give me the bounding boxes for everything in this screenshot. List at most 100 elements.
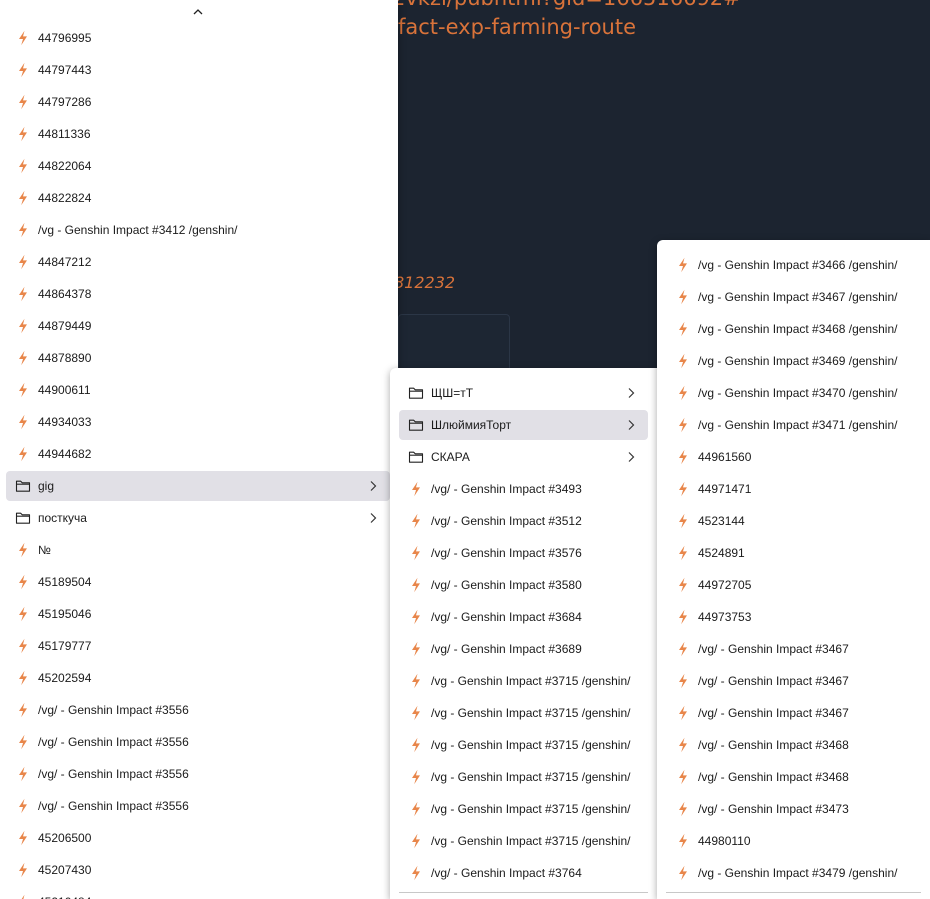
bookmark-item[interactable]: /vg/ - Genshin Impact #3556	[6, 695, 390, 725]
bookmark-item[interactable]: /vg/ - Genshin Impact #3468	[666, 730, 921, 760]
bookmark-item[interactable]: /vg/ - Genshin Impact #3556	[6, 759, 390, 789]
bookmark-item[interactable]: 44961560	[666, 442, 921, 472]
bookmark-item[interactable]: /vg - Genshin Impact #3466 /genshin/	[666, 250, 921, 280]
bookmark-item[interactable]: 44822064	[6, 151, 390, 181]
bolt-icon	[675, 449, 691, 465]
item-label: 44797443	[38, 63, 92, 77]
bolt-icon	[15, 830, 31, 846]
bookmark-item[interactable]: 45207430	[6, 855, 390, 885]
folder-item[interactable]: ЩШ=тТ	[399, 378, 648, 408]
item-label: /vg/ - Genshin Impact #3493	[431, 482, 582, 496]
bookmark-item[interactable]: 4523144	[666, 506, 921, 536]
bookmark-item[interactable]: /vg - Genshin Impact #3471 /genshin/	[666, 410, 921, 440]
bolt-icon	[408, 769, 424, 785]
bookmark-item[interactable]: /vg - Genshin Impact #3715 /genshin/	[399, 794, 648, 824]
item-label: 44796995	[38, 31, 92, 45]
background-url-line-2: fact-exp-farming-route	[398, 15, 637, 39]
bookmark-item[interactable]: 45210484	[6, 887, 390, 899]
bookmark-item[interactable]: /vg/ - Genshin Impact #3764	[399, 858, 648, 888]
bolt-icon	[675, 577, 691, 593]
bookmark-item[interactable]: /vg/ - Genshin Impact #3576	[399, 538, 648, 568]
item-label: 44878890	[38, 351, 92, 365]
bookmark-item[interactable]: 44879449	[6, 311, 390, 341]
bookmark-item[interactable]: /vg - Genshin Impact #3479 /genshin/	[666, 858, 921, 888]
bookmark-item[interactable]: 4524891	[666, 538, 921, 568]
bolt-icon	[15, 222, 31, 238]
item-label: 45210484	[38, 895, 390, 899]
bookmark-item[interactable]: 44811336	[6, 119, 390, 149]
bookmark-item[interactable]: 44980110	[666, 826, 921, 856]
bookmark-item[interactable]: 44847212	[6, 247, 390, 277]
bookmark-item[interactable]: 44971471	[666, 474, 921, 504]
bookmarks-menu-main: 44796995 44797443 44797286 44811336 44822064…	[0, 0, 398, 899]
bookmark-item[interactable]: /vg/ - Genshin Impact #3467	[666, 634, 921, 664]
bookmark-item[interactable]: /vg/ - Genshin Impact #3556	[6, 791, 390, 821]
bookmark-item[interactable]: /vg/ - Genshin Impact #3473	[666, 794, 921, 824]
item-label: 45202594	[38, 671, 92, 685]
bookmark-item[interactable]: 44797443	[6, 55, 390, 85]
bookmark-item[interactable]: 44900611	[6, 375, 390, 405]
bolt-icon	[675, 481, 691, 497]
bolt-icon	[675, 769, 691, 785]
item-label: 44811336	[38, 127, 91, 141]
bookmark-item[interactable]: /vg/ - Genshin Impact #3512	[399, 506, 648, 536]
item-label: /vg/ - Genshin Impact #3468	[698, 770, 849, 784]
bookmark-item[interactable]: /vg - Genshin Impact #3468 /genshin/	[666, 314, 921, 344]
item-label: /vg - Genshin Impact #3715 /genshin/	[431, 738, 631, 752]
folder-item[interactable]: посткуча	[6, 503, 390, 533]
bookmark-item[interactable]: 44973753	[666, 602, 921, 632]
item-label: 45195046	[38, 607, 92, 621]
folder-icon	[408, 449, 424, 465]
item-label: /vg - Genshin Impact #3412 /genshin/	[38, 223, 238, 237]
bolt-icon	[675, 289, 691, 305]
bookmark-item[interactable]: 44934033	[6, 407, 390, 437]
bookmark-item[interactable]: 44822824	[6, 183, 390, 213]
bookmark-item[interactable]: 44796995	[6, 23, 390, 53]
bookmark-item[interactable]: 45179777	[6, 631, 390, 661]
bookmark-item[interactable]: /vg/ - Genshin Impact #3689	[399, 634, 648, 664]
bookmark-item[interactable]: /vg - Genshin Impact #3715 /genshin/	[399, 826, 648, 856]
item-label: 4523144	[698, 514, 745, 528]
bolt-icon	[408, 513, 424, 529]
bookmark-item[interactable]: /vg/ - Genshin Impact #3493	[399, 474, 648, 504]
bookmark-item[interactable]: /vg/ - Genshin Impact #3684	[399, 602, 648, 632]
bookmark-item[interactable]: /vg - Genshin Impact #3470 /genshin/	[666, 378, 921, 408]
bookmark-item[interactable]: /vg - Genshin Impact #3412 /genshin/	[6, 215, 390, 245]
bolt-icon	[408, 705, 424, 721]
bookmark-item[interactable]: /vg - Genshin Impact #3469 /genshin/	[666, 346, 921, 376]
folder-item[interactable]: gig	[6, 471, 390, 501]
bookmark-item[interactable]: /vg/ - Genshin Impact #3580	[399, 570, 648, 600]
bookmark-item[interactable]: /vg/ - Genshin Impact #3556	[6, 727, 390, 757]
bookmark-item[interactable]: /vg/ - Genshin Impact #3468	[666, 762, 921, 792]
scroll-up-chevron-icon[interactable]	[190, 5, 206, 17]
bookmark-item[interactable]: 45206500	[6, 823, 390, 853]
folder-item[interactable]: ШлюймияТорт	[399, 410, 648, 440]
bookmark-item[interactable]: /vg/ - Genshin Impact #3467	[666, 666, 921, 696]
item-label: 45189504	[38, 575, 92, 589]
bookmark-item[interactable]: 45202594	[6, 663, 390, 693]
bookmark-item[interactable]: /vg/ - Genshin Impact #3467	[666, 698, 921, 728]
bolt-icon	[15, 798, 31, 814]
item-label: 44864378	[38, 287, 92, 301]
folder-item[interactable]: СКАРА	[399, 442, 648, 472]
bookmark-item[interactable]: /vg - Genshin Impact #3715 /genshin/	[399, 698, 648, 728]
bolt-icon	[408, 801, 424, 817]
item-label: /vg/ - Genshin Impact #3468	[698, 738, 849, 752]
bookmark-item[interactable]: №	[6, 535, 390, 565]
bookmark-item[interactable]: 44797286	[6, 87, 390, 117]
bookmark-item[interactable]: 45189504	[6, 567, 390, 597]
bookmark-item[interactable]: 44864378	[6, 279, 390, 309]
bookmark-item[interactable]: 44878890	[6, 343, 390, 373]
bookmark-item[interactable]: 45195046	[6, 599, 390, 629]
bookmark-item[interactable]: /vg - Genshin Impact #3715 /genshin/	[399, 730, 648, 760]
bookmark-item[interactable]: 44972705	[666, 570, 921, 600]
bookmark-item[interactable]: /vg - Genshin Impact #3715 /genshin/	[399, 666, 648, 696]
bolt-icon	[15, 286, 31, 302]
item-label: 44944682	[38, 447, 92, 461]
background-panel	[398, 314, 510, 374]
bolt-icon	[15, 670, 31, 686]
bookmark-item[interactable]: /vg - Genshin Impact #3467 /genshin/	[666, 282, 921, 312]
item-label: /vg/ - Genshin Impact #3689	[431, 642, 582, 656]
bookmark-item[interactable]: /vg - Genshin Impact #3715 /genshin/	[399, 762, 648, 792]
bookmark-item[interactable]: 44944682	[6, 439, 390, 469]
